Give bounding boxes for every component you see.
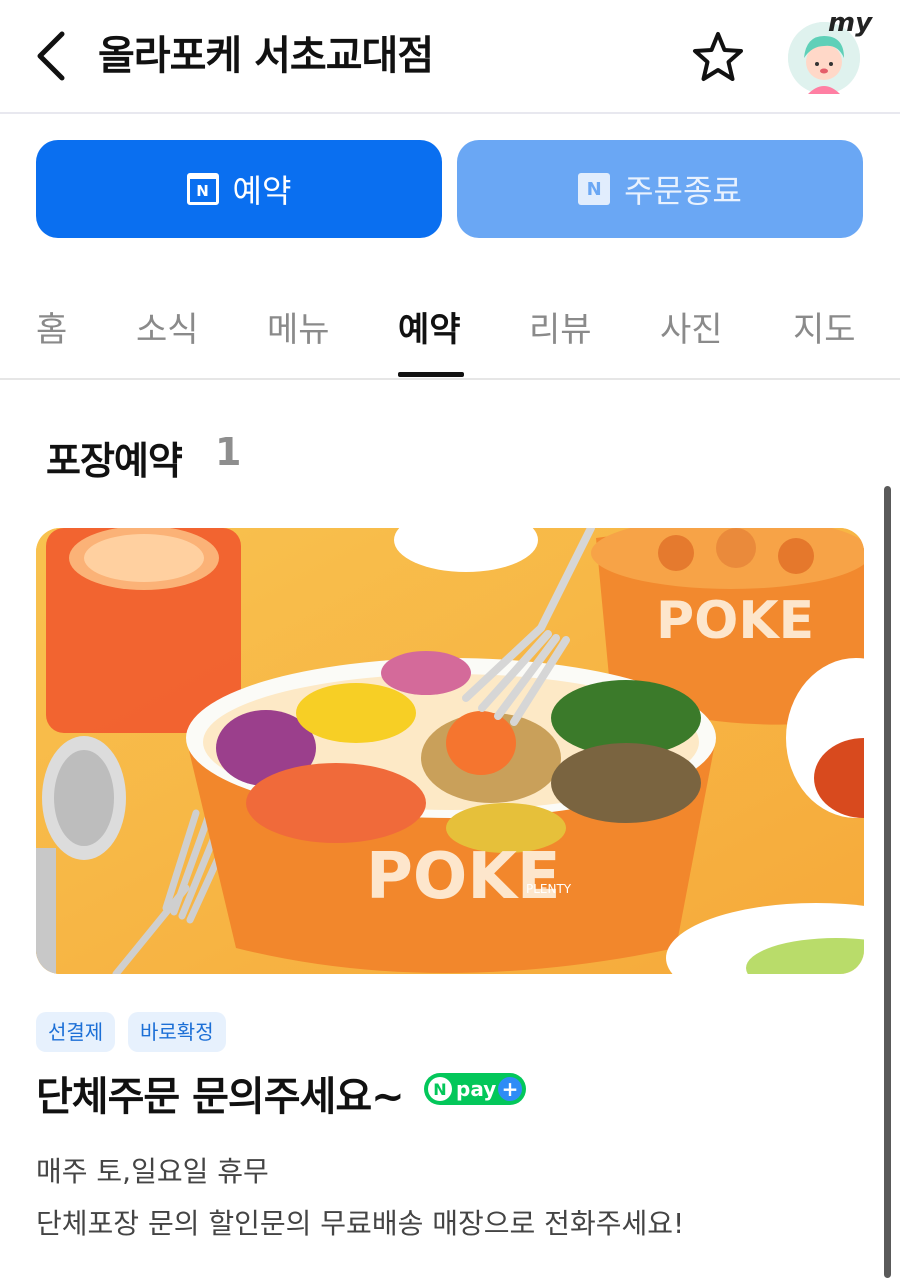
item-description-line: 매주 토,일요일 휴무 xyxy=(36,1155,269,1188)
tab-home[interactable]: 홈 xyxy=(36,302,67,351)
badge-instant-confirm: 바로확정 xyxy=(128,1012,226,1052)
tab-reviews[interactable]: 리뷰 xyxy=(529,302,592,351)
naver-n-icon: N xyxy=(578,173,611,205)
my-label: my xyxy=(828,8,873,38)
top-header: 올라포케 서초교대점 my xyxy=(0,0,900,114)
npay-n-icon: N xyxy=(428,1077,452,1101)
svg-text:POKE: POKE xyxy=(656,591,814,651)
naver-calendar-icon: N xyxy=(186,173,219,205)
section-count: 1 xyxy=(215,430,242,474)
bowl-print-label: PLENTY xyxy=(526,882,572,896)
badge-prepayment: 선결제 xyxy=(36,1012,116,1052)
tab-bar: 홈 소식 메뉴 예약 리뷰 사진 지도 xyxy=(0,280,900,380)
page-title: 올라포케 서초교대점 xyxy=(98,33,434,79)
tab-photos[interactable]: 사진 xyxy=(660,302,723,351)
npay-plus-badge: N pay + xyxy=(424,1073,526,1105)
section-title: 포장예약 xyxy=(46,439,183,483)
order-button-label: 주문종료 xyxy=(624,172,742,210)
star-outline-icon[interactable] xyxy=(690,30,746,86)
tab-map[interactable]: 지도 xyxy=(793,302,856,351)
active-tab-indicator xyxy=(398,372,464,377)
poke-bowl-photo[interactable]: POKE POKE PLENTY xyxy=(36,528,864,974)
item-description-line: 단체포장 문의 할인문의 무료배송 매장으로 전화주세요! xyxy=(36,1207,685,1240)
reserve-button[interactable]: N 예약 xyxy=(36,140,442,238)
order-closed-button[interactable]: N 주문종료 xyxy=(457,140,863,238)
plus-icon: + xyxy=(498,1077,522,1101)
tab-news[interactable]: 소식 xyxy=(136,302,199,351)
item-title[interactable]: 단체주문 문의주세요~ xyxy=(36,1064,405,1122)
reserve-button-label: 예약 xyxy=(232,172,292,210)
back-arrow-icon[interactable] xyxy=(28,28,78,84)
tab-reservation[interactable]: 예약 xyxy=(398,302,461,351)
scrollbar[interactable] xyxy=(884,486,891,1278)
svg-text:POKE: POKE xyxy=(366,840,561,914)
tab-menu[interactable]: 메뉴 xyxy=(267,302,330,351)
npay-text: pay xyxy=(456,1077,497,1101)
